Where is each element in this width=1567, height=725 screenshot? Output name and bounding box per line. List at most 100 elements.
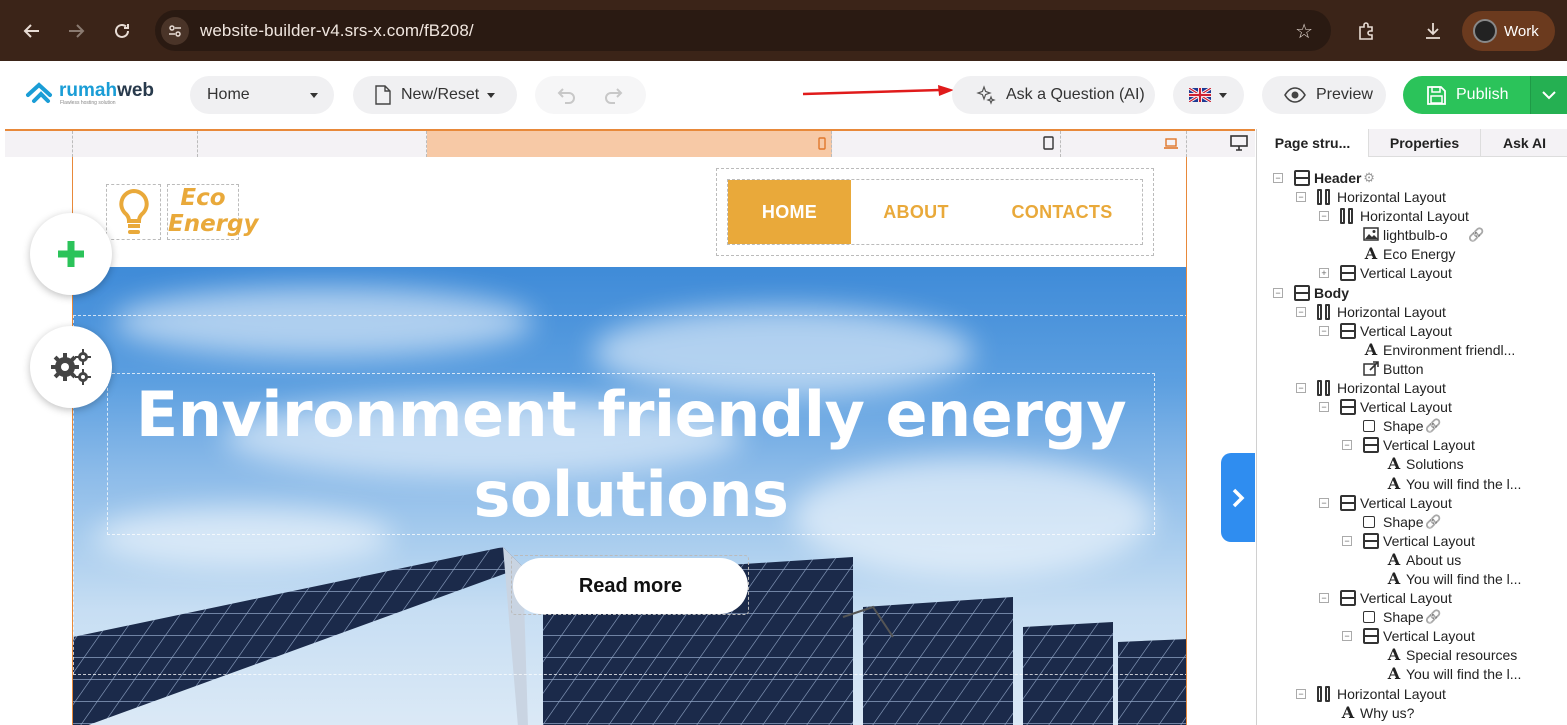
language-select[interactable] bbox=[1173, 76, 1244, 114]
tree-node[interactable]: A You will find the l... bbox=[1257, 665, 1567, 684]
tree-node[interactable]: Shape 🔗 bbox=[1257, 608, 1567, 627]
tab-properties[interactable]: Properties bbox=[1369, 129, 1481, 157]
red-arrow-annotation bbox=[802, 85, 954, 96]
tree-node[interactable]: − Vertical Layout bbox=[1257, 589, 1567, 608]
tree-node[interactable]: + Vertical Layout bbox=[1257, 264, 1567, 283]
tree-node[interactable]: A Environment friendl... bbox=[1257, 341, 1567, 360]
forward-button[interactable] bbox=[60, 15, 92, 47]
hero-section[interactable]: Environment friendly energy solutions Re… bbox=[73, 267, 1186, 725]
tree-node[interactable]: − Horizontal Layout bbox=[1257, 207, 1567, 226]
tree-node[interactable]: − Vertical Layout bbox=[1257, 627, 1567, 646]
undo-icon[interactable] bbox=[557, 86, 577, 104]
collapse-icon[interactable]: − bbox=[1342, 440, 1352, 451]
profile-button[interactable]: Work bbox=[1462, 11, 1555, 51]
mobile-icon bbox=[818, 137, 826, 150]
collapse-icon[interactable]: − bbox=[1319, 402, 1329, 413]
tree-node[interactable]: − Vertical Layout bbox=[1257, 494, 1567, 513]
collapse-icon[interactable]: − bbox=[1273, 287, 1283, 298]
nav-home[interactable]: HOME bbox=[728, 180, 851, 244]
site-settings-icon[interactable] bbox=[161, 16, 189, 45]
downloads-button[interactable] bbox=[1417, 15, 1449, 47]
collapse-icon[interactable]: − bbox=[1342, 631, 1352, 642]
tree-node[interactable]: Shape 🔗 bbox=[1257, 417, 1567, 436]
collapse-icon[interactable]: − bbox=[1319, 211, 1329, 222]
collapse-icon[interactable]: − bbox=[1273, 173, 1283, 183]
reload-button[interactable] bbox=[106, 15, 138, 47]
breakpoint-segment[interactable] bbox=[198, 131, 427, 157]
page-select[interactable]: Home bbox=[190, 76, 334, 114]
tree-node[interactable]: − Vertical Layout bbox=[1257, 322, 1567, 341]
avatar bbox=[1473, 19, 1497, 43]
tree-node[interactable]: − Horizontal Layout bbox=[1257, 685, 1567, 704]
bookmark-star-icon[interactable]: ☆ bbox=[1295, 19, 1313, 44]
address-bar[interactable]: website-builder-v4.srs-x.com/fB208/ ☆ bbox=[155, 10, 1331, 51]
tree-node[interactable]: lightbulb-o 🔗 bbox=[1257, 226, 1567, 245]
brand-text-element[interactable]: Eco Energy bbox=[167, 184, 258, 240]
lightbulb-element[interactable] bbox=[106, 184, 161, 240]
uk-flag-icon bbox=[1189, 88, 1211, 102]
collapse-icon[interactable]: − bbox=[1296, 688, 1306, 699]
tree-node[interactable]: − Horizontal Layout bbox=[1257, 303, 1567, 322]
tree-node-label: Eco Energy bbox=[1383, 246, 1456, 263]
tree-node[interactable]: − Vertical Layout bbox=[1257, 436, 1567, 455]
collapse-icon[interactable]: − bbox=[1319, 325, 1329, 336]
text-icon: A bbox=[1364, 339, 1378, 359]
nav-about[interactable]: ABOUT bbox=[851, 180, 981, 244]
vertical-layout-icon bbox=[1294, 170, 1310, 186]
tree-node[interactable]: A Eco Energy bbox=[1257, 245, 1567, 264]
tree-node[interactable]: A You will find the l... bbox=[1257, 475, 1567, 494]
collapse-icon[interactable]: − bbox=[1319, 593, 1329, 604]
add-element-button[interactable] bbox=[30, 213, 112, 295]
tree-node[interactable]: − Horizontal Layout bbox=[1257, 379, 1567, 398]
desktop-icon[interactable] bbox=[1230, 135, 1248, 151]
publish-options-button[interactable] bbox=[1530, 76, 1567, 114]
breakpoint-segment[interactable] bbox=[1061, 131, 1187, 157]
browser-toolbar: website-builder-v4.srs-x.com/fB208/ ☆ Wo… bbox=[0, 0, 1567, 61]
panel-toggle-button[interactable] bbox=[1221, 453, 1255, 542]
read-more-button[interactable]: Read more bbox=[513, 558, 748, 614]
components-icon: ⚙ bbox=[1363, 170, 1375, 185]
expand-icon[interactable]: + bbox=[1319, 268, 1329, 279]
tree-node[interactable]: A Solutions bbox=[1257, 455, 1567, 474]
collapse-icon[interactable]: − bbox=[1319, 497, 1329, 508]
tree-node[interactable]: − Body bbox=[1257, 284, 1567, 303]
tablet-icon bbox=[1043, 136, 1054, 150]
tree-node[interactable]: Shape 🔗 bbox=[1257, 513, 1567, 532]
extensions-button[interactable] bbox=[1350, 15, 1382, 47]
tree-node[interactable]: − Header ⚙ bbox=[1257, 169, 1567, 188]
redo-icon[interactable] bbox=[603, 86, 623, 104]
preview-button[interactable]: Preview bbox=[1262, 76, 1386, 114]
horizontal-layout-icon bbox=[1317, 685, 1333, 702]
nav-contacts[interactable]: CONTACTS bbox=[981, 180, 1143, 244]
tree-node[interactable]: A Why us? bbox=[1257, 704, 1567, 723]
breakpoint-segment[interactable] bbox=[72, 131, 198, 157]
ask-ai-button[interactable]: Ask a Question (AI) bbox=[952, 76, 1155, 114]
tab-page-structure[interactable]: Page stru... bbox=[1257, 129, 1369, 157]
collapse-icon[interactable]: − bbox=[1296, 383, 1306, 394]
link-icon: 🔗 bbox=[1468, 227, 1485, 243]
tab-ask-ai[interactable]: Ask AI bbox=[1481, 129, 1567, 157]
tree-node[interactable]: − Vertical Layout bbox=[1257, 532, 1567, 551]
tree-node-label: Vertical Layout bbox=[1360, 494, 1452, 511]
site-settings-button[interactable] bbox=[30, 326, 112, 408]
tree-node[interactable]: A Special resources bbox=[1257, 646, 1567, 665]
tree-node[interactable]: A About us bbox=[1257, 551, 1567, 570]
new-reset-button[interactable]: New/Reset bbox=[353, 76, 517, 114]
tree-node[interactable]: − Horizontal Layout bbox=[1257, 188, 1567, 207]
hero-title[interactable]: Environment friendly energy solutions bbox=[107, 375, 1155, 535]
collapse-icon[interactable]: − bbox=[1296, 306, 1306, 317]
back-button[interactable] bbox=[16, 15, 48, 47]
breakpoint-segment[interactable] bbox=[832, 131, 1061, 157]
collapse-icon[interactable]: − bbox=[1342, 535, 1352, 546]
tree-node-label: Horizontal Layout bbox=[1360, 208, 1469, 225]
tree-node[interactable]: − Vertical Layout bbox=[1257, 398, 1567, 417]
puzzle-icon bbox=[1359, 22, 1373, 40]
tree-node[interactable]: A You will find the l... bbox=[1257, 570, 1567, 589]
collapse-icon[interactable]: − bbox=[1296, 192, 1306, 203]
tree-node-label: Horizontal Layout bbox=[1337, 303, 1446, 320]
tree-node-label: Vertical Layout bbox=[1360, 399, 1452, 416]
site-nav: HOME ABOUT CONTACTS bbox=[716, 168, 1154, 256]
tree-node[interactable]: Button bbox=[1257, 360, 1567, 379]
url-text: website-builder-v4.srs-x.com/fB208/ bbox=[200, 20, 474, 40]
breakpoint-segment-active[interactable] bbox=[427, 131, 832, 157]
